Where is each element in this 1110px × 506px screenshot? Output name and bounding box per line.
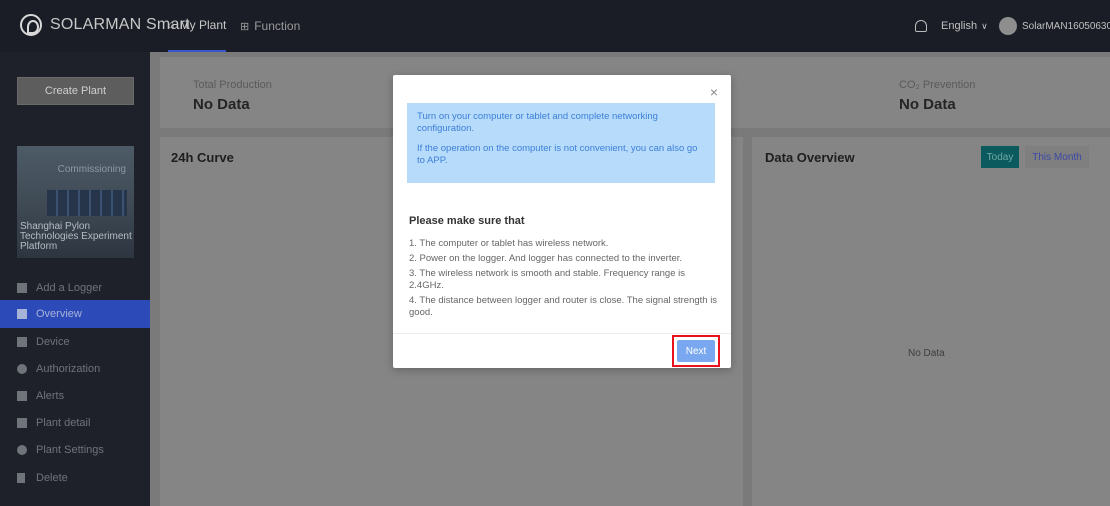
next-button[interactable]: Next (677, 340, 715, 362)
co2-prevention-value: No Data (899, 96, 956, 113)
bar-chart-icon (17, 309, 27, 319)
sidebar-item-label: Add a Logger (36, 282, 103, 294)
info-text-2: If the operation on the computer is not … (417, 143, 698, 166)
sidebar-item-plant-detail[interactable]: Plant detail (0, 409, 150, 437)
plant-image (47, 190, 127, 216)
list-item: 1. The computer or tablet has wireless n… (409, 238, 609, 249)
no-data-text: No Data (908, 348, 945, 359)
tab-my-plant-label: My Plant (179, 18, 227, 32)
create-plant-button[interactable]: Create Plant (17, 77, 134, 105)
sidebar-item-plant-settings[interactable]: Plant Settings (0, 436, 150, 464)
info-text-1: Turn on your computer or tablet and comp… (417, 111, 658, 134)
top-bar: SOLARMAN Smart ⌂ My Plant ⊞ Function Eng… (0, 0, 1110, 52)
today-button[interactable]: Today (981, 146, 1019, 168)
sidebar-item-device[interactable]: Device (0, 328, 150, 356)
notification-button[interactable] (915, 0, 927, 52)
sidebar-item-label: Alerts (36, 390, 65, 402)
language-label: English (941, 20, 978, 32)
co2-prevention-label: CO₂ Prevention (899, 79, 976, 91)
modal-heading: Please make sure that (409, 215, 525, 227)
networking-modal: × Turn on your computer or tablet and co… (393, 75, 731, 368)
sidebar-item-label: Plant Settings (36, 444, 104, 456)
bell-icon (915, 20, 927, 32)
total-production-value: No Data (193, 96, 250, 113)
home-icon: ⌂ (168, 19, 175, 31)
solarman-logo-icon (20, 14, 42, 36)
sidebar-item-label: Authorization (36, 363, 101, 375)
sidebar-item-label: Device (36, 336, 70, 348)
sidebar: Create Plant Commissioning Shanghai Pylo… (0, 52, 150, 506)
sidebar-item-overview[interactable]: Overview (0, 300, 150, 328)
sidebar-item-add-logger[interactable]: Add a Logger (0, 274, 150, 302)
data-overview-title: Data Overview (765, 150, 855, 165)
modal-divider (393, 333, 731, 334)
bell-icon (17, 391, 27, 401)
grid-icon: ⊞ (240, 20, 250, 33)
info-notice: Turn on your computer or tablet and comp… (407, 103, 715, 183)
list-item: 3. The wireless network is smooth and st… (409, 268, 685, 291)
username: SolarMAN1605063005 (1022, 20, 1110, 32)
curve-title: 24h Curve (171, 150, 234, 165)
tab-function[interactable]: ⊞ Function (240, 0, 300, 52)
folder-icon (17, 418, 27, 428)
sidebar-item-label: Delete (36, 472, 68, 484)
plant-card[interactable]: Commissioning Shanghai Pylon Technologie… (17, 146, 134, 258)
user-menu[interactable]: SolarMAN1605063005 (999, 0, 1110, 52)
plant-name: Shanghai Pylon Technologies Experiment P… (20, 221, 132, 252)
sidebar-item-alerts[interactable]: Alerts (0, 382, 150, 410)
close-icon[interactable]: × (710, 84, 718, 100)
sidebar-item-delete[interactable]: Delete (0, 464, 150, 492)
plant-status: Commissioning (57, 164, 126, 175)
chevron-down-icon: ∨ (981, 20, 988, 31)
total-production-label: Total Production (193, 79, 272, 91)
sidebar-item-authorization[interactable]: Authorization (0, 355, 150, 383)
avatar (999, 17, 1017, 35)
data-overview-card (752, 137, 1110, 506)
tab-function-label: Function (254, 19, 301, 33)
solarman-logo[interactable]: SOLARMAN Smart (20, 14, 190, 36)
gear-icon (17, 445, 27, 455)
shield-icon (17, 364, 27, 374)
sidebar-item-label: Plant detail (36, 417, 91, 429)
this-month-button[interactable]: This Month (1025, 146, 1089, 168)
language-select[interactable]: English ∨ (941, 0, 988, 52)
sidebar-item-label: Overview (36, 308, 82, 320)
list-item: 2. Power on the logger. And logger has c… (409, 253, 683, 264)
tab-my-plant[interactable]: ⌂ My Plant (168, 0, 227, 52)
requirements-list: 1. The computer or tablet has wireless n… (409, 238, 719, 322)
list-icon (17, 337, 27, 347)
list-item: 4. The distance between logger and route… (409, 295, 718, 318)
trash-icon (17, 473, 25, 483)
plus-square-icon (17, 283, 27, 293)
